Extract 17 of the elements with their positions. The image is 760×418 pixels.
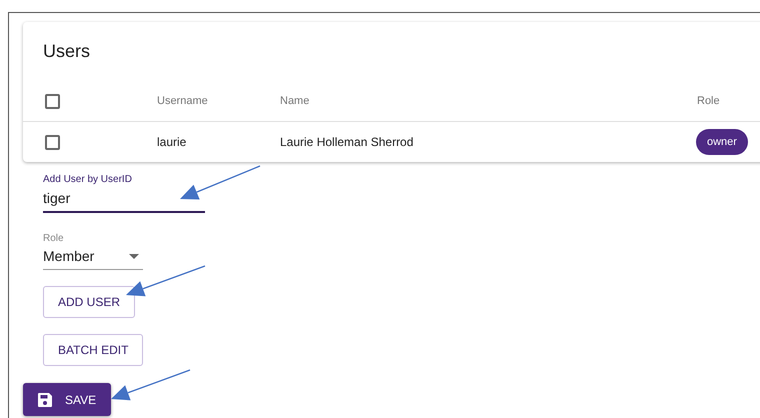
- role-chip: owner: [696, 128, 748, 156]
- outlined-button[interactable]: BATCH EDIT: [43, 334, 144, 366]
- column-header: Username: [157, 95, 208, 108]
- table-cell: laurie: [157, 135, 186, 149]
- column-header: Role: [697, 95, 720, 108]
- checkbox[interactable]: [45, 134, 60, 150]
- field-label: Add User by UserID: [43, 173, 133, 187]
- dropdown-caret-icon: [129, 254, 139, 259]
- select-value: Member: [43, 247, 94, 266]
- role-select[interactable]: Role Member: [43, 231, 143, 270]
- card-title: Users: [42, 40, 92, 63]
- table-cell: Laurie Holleman Sherrod: [280, 135, 414, 149]
- outlined-button[interactable]: ADD USER: [43, 286, 136, 318]
- checkbox[interactable]: [45, 94, 60, 109]
- save-button[interactable]: SAVE: [23, 383, 111, 416]
- column-header: Name: [280, 95, 310, 108]
- field-label: Role: [43, 232, 65, 246]
